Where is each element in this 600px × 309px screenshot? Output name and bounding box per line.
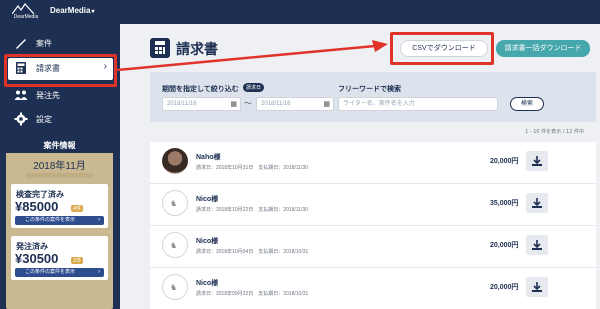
count-badge: 4件 [71,205,84,212]
sidebar-item-label: 案件 [36,39,52,48]
pen-icon [16,39,26,49]
invoice-icon [150,38,170,58]
keyword-placeholder: ライター名、案件名を入力 [343,101,415,107]
deer-logo-icon: ♞ [170,199,178,208]
calendar-icon: ▦ [323,101,330,108]
show-completed-button[interactable]: この条件の案件を表示 › [15,216,104,225]
top-bar: DearMedia DearMedia▾ [0,0,600,24]
invoice-dates: 請求日：2018年10月04日 支払期日：2018/10/31 [196,249,309,255]
people-icon [14,90,28,100]
date-separator: 〜 [244,99,252,108]
invoice-dates: 請求日：2018年10月22日 支払期日：2018/11/30 [196,207,308,213]
sidebar-item-label: 設定 [36,115,52,124]
download-icon [532,198,542,208]
avatar: ♞ [162,232,188,258]
date-from-input[interactable]: 2018/11/16 ▦ [162,97,241,111]
download-button[interactable] [526,193,548,213]
filter-panel: 期間を指定して絞り込む 請求日 フリーワードで検索 2018/11/16 ▦ 〜… [150,72,596,122]
keyword-label: フリーワードで検索 [338,86,401,93]
bulk-download-button[interactable]: 請求書一括ダウンロード [496,40,590,57]
project-info-panel: 案件情報 2018年11月 検査完了済み ¥85000 4件 この条件の案件を表… [6,139,113,309]
dearmedia-logo[interactable]: DearMedia [6,3,40,21]
list-item[interactable]: ♞ Nico様 請求日：2018年10月04日 支払期日：2018/10/31 … [150,226,596,268]
mountain-icon [12,3,34,14]
invoice-dates: 請求日：2018年10月31日 支払期日：2018/11/30 [196,165,308,171]
list-item[interactable]: ♞ Nico様 請求日：2018年09月22日 支払期日：2018/10/31 … [150,268,596,309]
keyword-input[interactable]: ライター名、案件名を入力 [338,97,498,111]
sidebar-item-vendors[interactable]: 発注先 [8,85,113,107]
logo-text: DearMedia [13,14,39,20]
download-button[interactable] [526,235,548,255]
sidebar-item-label: 発注先 [36,91,60,100]
sidebar-highlight-annotation [4,54,117,87]
period-badge: 請求日 [243,83,265,92]
invoice-name: Nico様 [196,280,219,287]
invoice-amount: 20,000円 [490,284,519,291]
sidebar-item-settings[interactable]: 設定 [8,109,113,131]
invoice-name: Naho様 [196,154,221,161]
info-month: 2018年11月 [33,161,86,172]
show-ordered-button[interactable]: この条件の案件を表示 › [15,268,104,277]
info-title: 案件情報 [6,139,113,153]
workspace-name: DearMedia [50,6,91,15]
ordered-card: 発注済み ¥30500 2件 この条件の案件を表示 › [11,236,108,280]
chevron-right-icon: › [98,269,100,275]
card-amount: ¥85000 [15,199,59,214]
download-button[interactable] [526,277,548,297]
list-item[interactable]: ♞ Nico様 請求日：2018年10月22日 支払期日：2018/11/30 … [150,184,596,226]
download-icon [532,156,542,166]
card-amount: ¥30500 [15,251,59,266]
avatar: ♞ [162,190,188,216]
date-to-value: 2018/11/16 [261,101,291,107]
button-label: この条件の案件を表示 [25,269,76,275]
csv-download-button[interactable]: CSVでダウンロード [400,40,488,57]
invoice-name: Nico様 [196,238,219,245]
result-count: 1 - 10 件を表示 / 12 件中 [150,122,596,142]
download-icon [532,240,542,250]
deer-logo-icon: ♞ [170,241,178,250]
chevron-right-icon: › [98,217,100,223]
page-title: 請求書 [176,41,218,57]
date-to-input[interactable]: 2018/11/16 ▦ [256,97,334,111]
invoice-amount: 20,000円 [490,242,519,249]
gear-icon [14,112,28,126]
invoice-amount: 20,000円 [490,158,519,165]
calendar-icon: ▦ [230,101,237,108]
month-selector[interactable] [26,173,93,178]
deer-logo-icon: ♞ [170,283,178,292]
download-icon [532,282,542,292]
invoice-list: Naho様 請求日：2018年10月31日 支払期日：2018/11/30 20… [150,142,596,309]
caret-down-icon: ▾ [91,9,95,15]
invoice-amount: 35,000円 [490,200,519,207]
sidebar-item-projects[interactable]: 案件 [8,33,113,55]
date-from-value: 2018/11/16 [167,101,197,107]
count-badge: 2件 [71,257,84,264]
search-button[interactable]: 検索 [510,97,544,111]
invoice-dates: 請求日：2018年09月22日 支払期日：2018/10/31 [196,291,309,297]
list-item[interactable]: Naho様 請求日：2018年10月31日 支払期日：2018/11/30 20… [150,142,596,184]
avatar: ♞ [162,274,188,300]
invoice-name: Nico様 [196,196,219,203]
period-label: 期間を指定して絞り込む [162,86,239,93]
avatar [162,148,188,174]
download-button[interactable] [526,151,548,171]
workspace-dropdown[interactable]: DearMedia▾ [50,6,94,15]
button-label: この条件の案件を表示 [25,217,76,223]
completed-card: 検査完了済み ¥85000 4件 この条件の案件を表示 › [11,184,108,228]
